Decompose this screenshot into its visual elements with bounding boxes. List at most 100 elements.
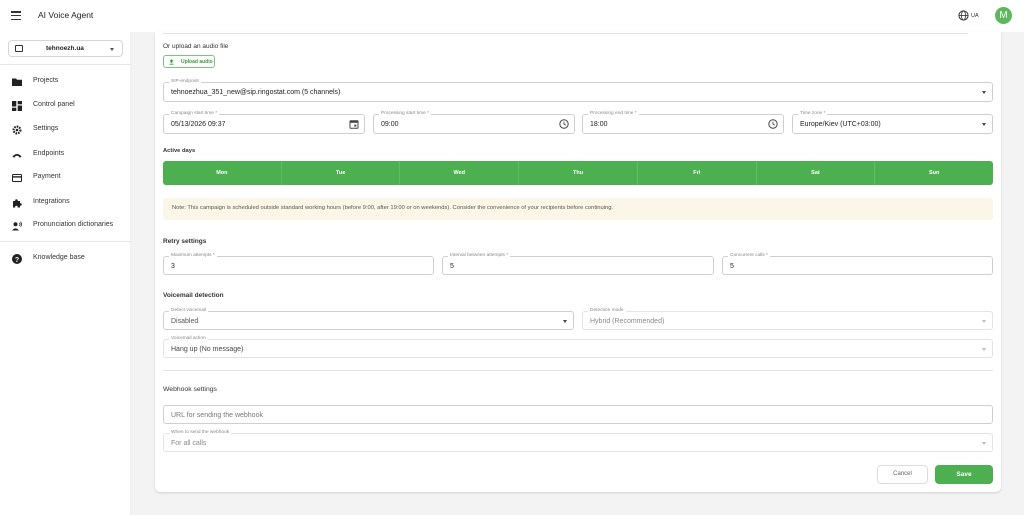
avatar[interactable]: M (995, 7, 1012, 24)
gear-icon (12, 125, 22, 135)
day-mon[interactable]: Mon (163, 161, 282, 185)
upload-icon (169, 59, 174, 65)
day-fri[interactable]: Fri (638, 161, 757, 185)
folder-icon (12, 78, 22, 86)
upload-audio-button[interactable]: Upload audio (163, 55, 215, 68)
schedule-warning-note: Note: This campaign is scheduled outside… (163, 198, 993, 220)
day-thu[interactable]: Thu (519, 161, 638, 185)
timezone-select[interactable]: Time zone * Europe/Kiev (UTC+03:00) (792, 111, 993, 134)
field-label: Concurrent calls * (728, 253, 770, 258)
processing-end-time-field[interactable]: Processing end time * 18:00 (582, 111, 784, 134)
detect-voicemail-select[interactable]: Detect voicemail Disabled (163, 308, 574, 330)
divider (0, 241, 131, 242)
active-days-heading: Active days (163, 148, 196, 154)
sidebar-item-label: Knowledge base (33, 254, 85, 261)
detection-mode-select: Detection mode Hybrid (Recommended) (582, 308, 993, 330)
field-placeholder: URL for sending the webhook (171, 412, 263, 419)
processing-start-time-field[interactable]: Processing start time * 09:00 (373, 111, 575, 134)
menu-icon[interactable] (11, 11, 21, 21)
workspace-name: tehnoezh.ua (46, 45, 84, 52)
sidebar-item-label: Integrations (33, 198, 70, 205)
day-sun[interactable]: Sun (875, 161, 993, 185)
maximum-attempts-field[interactable]: Maximum attempts * 3 (163, 253, 434, 275)
field-label: Voicemail action (169, 336, 208, 341)
concurrent-calls-field[interactable]: Concurrent calls * 5 (722, 253, 993, 275)
field-value: 5 (730, 263, 734, 270)
clock-icon[interactable] (559, 119, 569, 129)
field-label: Processing start time * (379, 111, 431, 116)
field-value: Europe/Kiev (UTC+03:00) (800, 121, 881, 128)
webhook-settings-heading: Webhook settings (163, 386, 217, 393)
sidebar: tehnoezh.ua Projects Control panel Setti… (0, 32, 131, 515)
field-label: Detect voicemail (169, 308, 209, 313)
language-label[interactable]: UA (971, 13, 979, 19)
save-button[interactable]: Save (935, 465, 993, 484)
app-title: AI Voice Agent (38, 10, 94, 20)
voicemail-action-select: Voicemail action Hang up (No message) (163, 336, 993, 358)
sidebar-item-integrations[interactable]: Integrations (12, 196, 130, 210)
phone-icon (12, 154, 22, 158)
chevron-down-icon (982, 320, 986, 323)
day-tue[interactable]: Tue (282, 161, 401, 185)
sidebar-item-projects[interactable]: Projects (12, 75, 130, 89)
campaign-start-time-field[interactable]: Campaign start time * 05/13/2026 09:37 (163, 111, 365, 134)
webhook-when-select[interactable]: When to send the webhook For all calls (163, 430, 993, 452)
workspace-select[interactable]: tehnoezh.ua (8, 40, 123, 57)
field-label: Time zone * (798, 111, 828, 116)
sip-endpoint-select[interactable]: SIP-endpoint tehnoezhua_351_new@sip.ring… (163, 79, 993, 102)
divider (163, 370, 993, 371)
field-value: Hang up (No message) (171, 346, 244, 353)
speaker-icon (12, 221, 22, 231)
sidebar-item-label: Pronunciation dictionaries (33, 221, 114, 228)
sidebar-item-knowledge-base[interactable]: ? Knowledge base (12, 252, 130, 266)
voicemail-detection-heading: Voicemail detection (163, 292, 224, 299)
sidebar-item-settings[interactable]: Settings (12, 123, 130, 137)
sidebar-item-label: Control panel (33, 101, 75, 108)
note-text: Note: This campaign is scheduled outside… (172, 205, 614, 211)
day-sat[interactable]: Sat (757, 161, 876, 185)
field-label: Processing end time * (588, 111, 639, 116)
field-value: Hybrid (Recommended) (590, 318, 665, 325)
divider (163, 32, 968, 34)
clock-icon[interactable] (768, 119, 778, 129)
top-bar: AI Voice Agent UA M (0, 0, 1024, 32)
campaign-settings-card: Or upload an audio file Upload audio SIP… (155, 32, 1001, 492)
sidebar-item-label: Endpoints (33, 150, 65, 157)
day-wed[interactable]: Wed (400, 161, 520, 185)
field-value: 3 (171, 263, 175, 270)
sidebar-item-label: Projects (33, 77, 59, 84)
field-value: tehnoezhua_351_new@sip.ringostat.com (5 … (171, 89, 341, 96)
chevron-down-icon (110, 48, 114, 51)
interval-between-attempts-field[interactable]: Interval between attempts * 5 (442, 253, 714, 275)
field-value: 09:00 (381, 121, 399, 128)
sidebar-item-label: Payment (33, 173, 61, 180)
field-value: 18:00 (590, 121, 608, 128)
chevron-down-icon (982, 91, 986, 94)
sidebar-item-control-panel[interactable]: Control panel (12, 99, 130, 113)
field-label: When to send the webhook (169, 430, 232, 435)
sidebar-item-payment[interactable]: Payment (12, 171, 130, 185)
cancel-button[interactable]: Cancel (877, 465, 928, 484)
puzzle-icon (13, 199, 22, 208)
svg-text:?: ? (15, 257, 19, 264)
chevron-down-icon (982, 123, 986, 126)
field-value: Disabled (171, 318, 199, 325)
field-value: 05/13/2026 09:37 (171, 121, 226, 128)
webhook-url-input[interactable]: URL for sending the webhook (163, 405, 993, 424)
dashboard-icon (12, 101, 22, 111)
field-label: Detection mode (588, 308, 626, 313)
upload-heading: Or upload an audio file (163, 43, 229, 50)
field-value: For all calls (171, 440, 207, 447)
calendar-icon[interactable] (349, 119, 359, 129)
sidebar-item-label: Settings (33, 125, 59, 132)
sidebar-item-pronunciation-dictionaries[interactable]: Pronunciation dictionaries (12, 219, 130, 233)
folder-icon (15, 45, 23, 52)
active-days-selector: Mon Tue Wed Thu Fri Sat Sun (163, 161, 993, 185)
field-label: SIP-endpoint (169, 79, 201, 84)
field-value: 5 (450, 263, 454, 270)
credit-card-icon (12, 174, 22, 182)
upload-audio-label: Upload audio (181, 59, 213, 65)
help-icon: ? (12, 254, 22, 264)
sidebar-item-endpoints[interactable]: Endpoints (12, 148, 130, 162)
globe-icon[interactable] (958, 10, 969, 21)
